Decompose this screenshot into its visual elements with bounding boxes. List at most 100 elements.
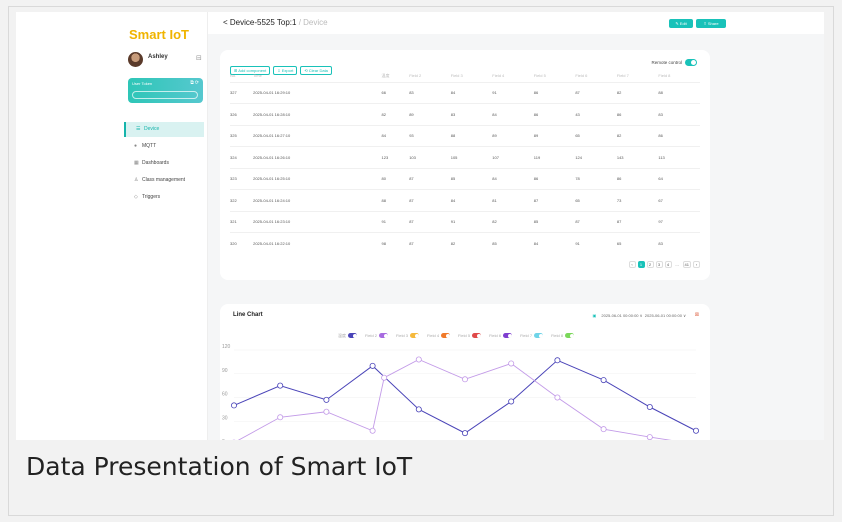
legend-toggle[interactable] bbox=[379, 333, 389, 339]
data-point[interactable] bbox=[508, 398, 515, 405]
data-point[interactable] bbox=[508, 360, 515, 367]
data-point[interactable] bbox=[369, 427, 376, 434]
legend-item[interactable]: Field 5 bbox=[458, 333, 482, 339]
legend-item[interactable]: Field 4 bbox=[427, 333, 451, 339]
legend-item[interactable]: Field 8 bbox=[551, 333, 575, 339]
data-point[interactable] bbox=[692, 427, 699, 434]
data-point[interactable] bbox=[230, 402, 237, 409]
next-page-button[interactable]: › bbox=[693, 261, 700, 268]
table-cell: 83 bbox=[658, 232, 700, 254]
legend-toggle[interactable] bbox=[410, 333, 420, 339]
column-header: Time bbox=[253, 73, 262, 79]
edit-label: Edit bbox=[679, 21, 687, 26]
table-cell: 67 bbox=[658, 189, 700, 211]
data-point[interactable] bbox=[381, 374, 388, 381]
page-button[interactable]: 4 bbox=[664, 261, 672, 268]
table-cell: 78 bbox=[575, 167, 617, 190]
screenshot: Smart IoT Ashley ⊟ User Token ⧉⟳ ☰ Device… bbox=[16, 12, 824, 440]
legend-toggle[interactable] bbox=[441, 333, 451, 339]
legend-label: Field 8 bbox=[551, 333, 564, 338]
sidebar-item-triggers[interactable]: ◇ Triggers bbox=[124, 190, 204, 205]
table-cell: 87 bbox=[409, 167, 451, 190]
table-row[interactable]: 322 2025-04-01 16:24:10 88 87 84 81 87 65 73 67 bbox=[230, 189, 700, 211]
table-row[interactable]: 321 2025-04-01 16:23:10 91 87 91 82 85 87 87 97 bbox=[230, 210, 700, 233]
sidebar-item-label: Device bbox=[144, 126, 160, 132]
legend-item[interactable]: Field 7 bbox=[520, 333, 544, 339]
page-ellipsis: ... bbox=[675, 262, 679, 267]
data-point[interactable] bbox=[277, 382, 284, 389]
legend-item[interactable]: Field 6 bbox=[489, 333, 513, 339]
table-row[interactable]: 323 2025-04-01 16:25:10 80 87 85 84 86 78 86 64 bbox=[230, 167, 700, 190]
page-button[interactable]: 41 bbox=[682, 261, 691, 268]
table-cell: 322 bbox=[230, 189, 254, 211]
share-button[interactable]: ⇪ Share bbox=[696, 19, 726, 28]
table-row[interactable]: 326 2025-04-01 16:28:10 82 89 83 84 86 43 86 83 bbox=[230, 103, 700, 125]
table-cell: 98 bbox=[381, 232, 410, 254]
calendar-icon: ▣ bbox=[592, 313, 597, 318]
legend-item[interactable]: Field 3 bbox=[396, 333, 420, 339]
prev-page-button[interactable]: ‹ bbox=[628, 261, 636, 268]
column-header: Field 3 bbox=[450, 73, 463, 79]
data-point[interactable] bbox=[323, 408, 330, 415]
sidebar-item-mqtt[interactable]: ● MQTT bbox=[124, 139, 204, 154]
table-cell: 89 bbox=[533, 124, 576, 147]
back-icon[interactable]: < bbox=[223, 18, 228, 27]
data-point[interactable] bbox=[277, 414, 284, 421]
user-profile[interactable]: Ashley ⊟ bbox=[128, 52, 202, 70]
date-range-picker[interactable]: ▣ 2025-06-01 00:00:00 ∨ 2025-06-01 00:00… bbox=[592, 313, 686, 318]
table-cell: 93 bbox=[409, 124, 451, 147]
legend-toggle[interactable] bbox=[565, 333, 575, 339]
table-cell: 113 bbox=[658, 146, 700, 168]
data-point[interactable] bbox=[600, 426, 607, 433]
table-cell: 107 bbox=[492, 146, 534, 168]
data-point[interactable] bbox=[415, 406, 422, 413]
legend-toggle[interactable] bbox=[472, 333, 482, 339]
avatar bbox=[128, 52, 143, 67]
table-row[interactable]: 327 2025-04-01 16:29:10 66 83 84 91 86 87 82 88 bbox=[230, 81, 700, 104]
data-point[interactable] bbox=[461, 376, 468, 383]
trash-icon[interactable]: ⊟ bbox=[196, 54, 202, 62]
page-button[interactable]: 3 bbox=[655, 261, 663, 268]
legend-toggle[interactable] bbox=[348, 333, 357, 339]
page-button[interactable]: 1 bbox=[637, 261, 645, 268]
table-cell: 87 bbox=[575, 210, 617, 233]
page-button[interactable]: 2 bbox=[646, 261, 654, 268]
table-body: 327 2025-04-01 16:29:10 66 83 84 91 86 87 82 88 32… bbox=[230, 81, 700, 254]
data-point[interactable] bbox=[461, 430, 468, 437]
token-field[interactable] bbox=[132, 91, 198, 99]
data-point[interactable] bbox=[554, 394, 561, 401]
copy-icon[interactable]: ⧉⟳ bbox=[190, 80, 200, 86]
table-cell: 320 bbox=[230, 232, 254, 254]
legend-item[interactable]: Field 2 bbox=[365, 333, 389, 339]
list-icon: ☰ bbox=[136, 126, 141, 132]
sidebar-item-dashboards[interactable]: ▦ Dashboards bbox=[124, 156, 204, 171]
table-row[interactable]: 320 2025-04-01 16:22:10 98 87 82 85 84 91 65 83 bbox=[230, 232, 700, 254]
sidebar-item-class-management[interactable]: ♙ Class management bbox=[124, 173, 204, 188]
y-tick-label: 120 bbox=[222, 344, 231, 350]
breadcrumb-sub[interactable]: / Device bbox=[299, 18, 328, 27]
data-point[interactable] bbox=[600, 377, 607, 384]
table-cell: 119 bbox=[533, 146, 576, 168]
data-point[interactable] bbox=[554, 357, 561, 364]
user-token-card: User Token ⧉⟳ bbox=[128, 78, 203, 103]
legend-toggle[interactable] bbox=[534, 333, 544, 339]
table-cell: 87 bbox=[533, 189, 576, 211]
data-table-card: ⊞ Add component ⇩ Export ⟲ Clear Data Remo… bbox=[220, 50, 710, 280]
table-cell: 84 bbox=[450, 189, 493, 211]
sidebar-item-device[interactable]: ☰ Device bbox=[124, 122, 204, 137]
user-name: Ashley bbox=[148, 54, 168, 60]
table-cell: 97 bbox=[658, 210, 700, 233]
legend-item[interactable]: 温度 bbox=[338, 333, 357, 339]
data-point[interactable] bbox=[369, 362, 376, 369]
data-point[interactable] bbox=[646, 434, 653, 440]
remote-control-toggle[interactable] bbox=[685, 59, 697, 66]
data-point[interactable] bbox=[646, 404, 653, 411]
data-point[interactable] bbox=[415, 356, 422, 363]
legend-toggle[interactable] bbox=[503, 333, 513, 339]
delete-icon[interactable]: ⊠ bbox=[695, 312, 699, 318]
data-point[interactable] bbox=[323, 396, 330, 403]
edit-button[interactable]: ✎ Edit bbox=[669, 19, 693, 28]
table-row[interactable]: 325 2025-04-01 16:27:10 84 93 88 89 89 65 82 86 bbox=[230, 124, 700, 147]
table-cell: 89 bbox=[409, 103, 451, 125]
table-row[interactable]: 324 2025-04-01 16:26:10 123 103 105 107 119 124… bbox=[230, 146, 700, 168]
